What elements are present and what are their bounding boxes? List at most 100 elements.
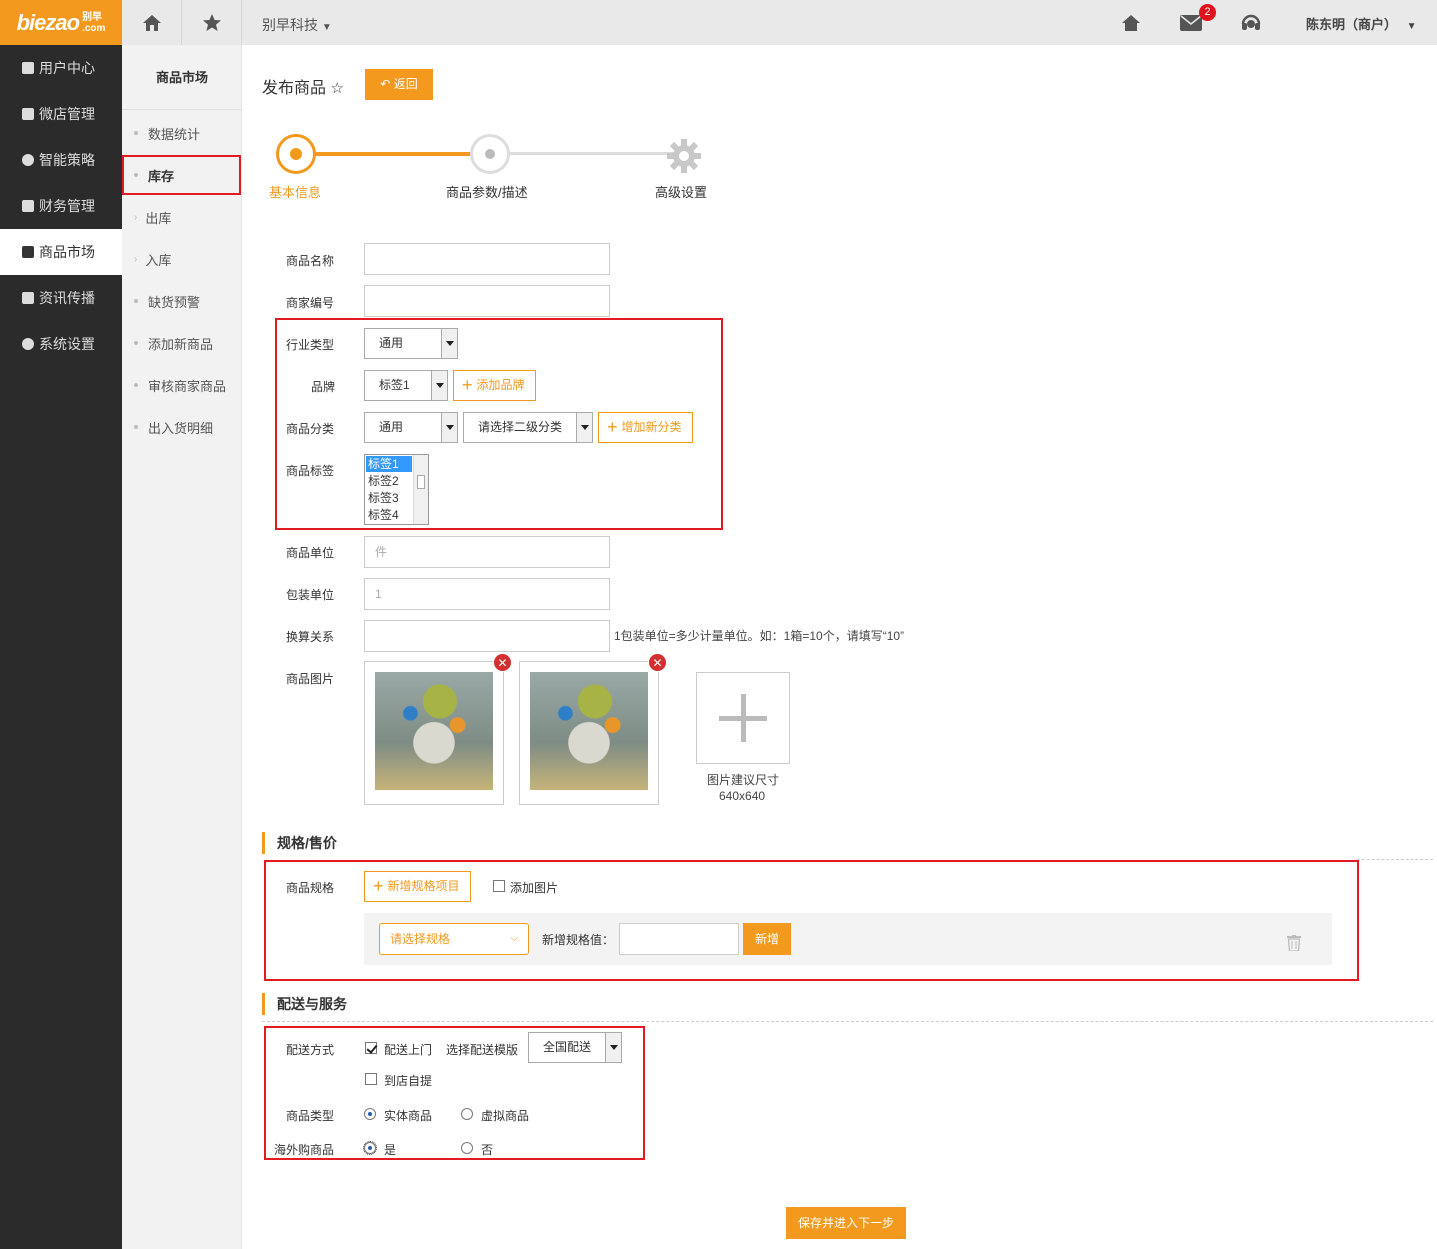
step-1-label: 基本信息 — [269, 185, 322, 200]
tags-scrollbar[interactable] — [413, 455, 428, 524]
home-button[interactable] — [1118, 10, 1144, 36]
brand-select[interactable]: 标签1 — [364, 370, 448, 401]
back-button[interactable]: ↶ 返回 — [365, 69, 433, 100]
industry-value: 通用 — [379, 336, 404, 350]
overseas-yes-radio[interactable] — [363, 1141, 377, 1155]
chevron-down-icon: ⌵ — [510, 933, 518, 944]
overseas-no-label: 否 — [481, 1143, 494, 1157]
subcategory-select[interactable]: 请选择二级分类 — [463, 412, 593, 443]
delivery-section-title: 配送与服务 — [262, 993, 347, 1015]
mail-icon — [1180, 15, 1202, 31]
physical-label: 实体商品 — [384, 1109, 433, 1123]
sidebar-item-settings[interactable]: 系统设置 — [0, 321, 122, 367]
company-name: 别早科技 — [262, 17, 318, 33]
virtual-radio[interactable] — [461, 1108, 473, 1120]
user-menu[interactable]: 陈东明（商户） ▼ — [1306, 14, 1417, 33]
page-title: 发布商品 ☆ — [262, 74, 344, 98]
section-divider — [262, 1021, 1433, 1022]
industry-label: 行业类型 — [286, 338, 335, 352]
merchant-code-input[interactable] — [364, 285, 610, 317]
brand-value: 标签1 — [379, 378, 410, 392]
subnav-item-label: 数据统计 — [148, 126, 201, 142]
add-image-checkbox[interactable] — [493, 880, 505, 892]
product-image-1[interactable]: ✕ — [364, 653, 512, 805]
add-category-label: 增加新分类 — [621, 420, 682, 434]
sidebar-item-label: 智能策略 — [39, 152, 95, 168]
bullet-icon — [134, 299, 138, 303]
sidebar-item-shop[interactable]: 微店管理 — [0, 91, 122, 137]
category-select[interactable]: 通用 — [364, 412, 458, 443]
upload-image-button[interactable] — [696, 672, 790, 764]
subnav-item-label: 审核商家商品 — [148, 378, 227, 394]
subnav-item-details[interactable]: 出入货明细 — [122, 407, 242, 447]
subnav-item-outbound[interactable]: › 出库 — [122, 197, 242, 237]
logo-text: biezao — [16, 9, 80, 35]
industry-select[interactable]: 通用 — [364, 328, 458, 359]
conversion-input[interactable] — [364, 620, 610, 652]
trash-icon[interactable] — [1287, 935, 1301, 954]
tag-option[interactable]: 标签2 — [366, 473, 412, 489]
home-icon — [1122, 15, 1140, 31]
sidebar-item-strategy[interactable]: 智能策略 — [0, 137, 122, 183]
category-label: 商品分类 — [286, 422, 335, 436]
bag-icon — [22, 246, 34, 258]
home-icon — [142, 14, 161, 31]
logo-com: .com — [82, 22, 106, 34]
chevron-right-icon: › — [134, 253, 138, 265]
subnav-item-stats[interactable]: 数据统计 — [122, 113, 242, 153]
headset-icon — [1241, 14, 1261, 30]
unit-input[interactable]: 件 — [364, 536, 610, 568]
spec-label: 商品规格 — [286, 881, 335, 895]
sub-sidebar: 商品市场 数据统计 库存 › 出库 › 入库 缺货预警 添加新商品 审核商家商品 出… — [122, 45, 242, 1249]
product-photo — [375, 672, 493, 790]
back-arrow-icon: ↶ — [380, 77, 394, 91]
convert-label: 换算关系 — [286, 630, 335, 644]
subnav-item-label: 缺货预警 — [148, 294, 201, 310]
sidebar-item-market[interactable]: 商品市场 — [0, 229, 122, 275]
subnav-item-add-product[interactable]: 添加新商品 — [122, 323, 242, 363]
spec-value-input[interactable] — [619, 923, 739, 955]
tags-listbox[interactable]: 标签1 标签2 标签3 标签4 — [364, 454, 429, 525]
remove-image-icon[interactable]: ✕ — [493, 653, 512, 672]
store-pickup-checkbox[interactable] — [365, 1073, 377, 1085]
delivery-template-select[interactable]: 全国配送 — [528, 1032, 622, 1063]
sidebar-item-finance[interactable]: 财务管理 — [0, 183, 122, 229]
add-category-button[interactable]: + 增加新分类 — [598, 412, 693, 443]
support-button[interactable] — [1238, 10, 1264, 36]
subnav-item-inbound[interactable]: › 入库 — [122, 239, 242, 279]
logo[interactable]: biezao 别早 .com — [0, 0, 122, 45]
gear-icon — [667, 139, 701, 173]
add-spec-item-button[interactable]: + 新增规格项目 — [364, 871, 471, 902]
favorites-button[interactable] — [182, 0, 242, 45]
sidebar-item-label: 资讯传播 — [39, 290, 95, 306]
add-brand-button[interactable]: + 添加品牌 — [453, 370, 536, 401]
home-shortcut-button[interactable] — [122, 0, 182, 45]
star-outline-icon[interactable]: ☆ — [330, 80, 343, 97]
code-label: 商家编号 — [286, 296, 335, 310]
sidebar-item-user-center[interactable]: 用户中心 — [0, 45, 122, 91]
product-name-input[interactable] — [364, 243, 610, 275]
company-dropdown[interactable]: 别早科技 ▼ — [262, 15, 332, 35]
sidebar-item-news[interactable]: 资讯传播 — [0, 275, 122, 321]
subnav-item-stock-alert[interactable]: 缺货预警 — [122, 281, 242, 321]
pack-unit-input[interactable]: 1 — [364, 578, 610, 610]
door-delivery-checkbox[interactable] — [365, 1042, 377, 1054]
save-next-button[interactable]: 保存并进入下一步 — [786, 1207, 906, 1239]
remove-image-icon[interactable]: ✕ — [648, 653, 667, 672]
spec-select[interactable]: 请选择规格 ⌵ — [379, 923, 529, 955]
tag-option[interactable]: 标签3 — [366, 490, 412, 506]
add-image-label: 添加图片 — [510, 881, 559, 895]
physical-radio[interactable] — [364, 1108, 376, 1120]
dropdown-arrow-icon — [441, 413, 457, 442]
overseas-no-radio[interactable] — [461, 1142, 473, 1154]
overseas-label: 海外购商品 — [274, 1143, 335, 1157]
subnav-item-review[interactable]: 审核商家商品 — [122, 365, 242, 405]
product-image-2[interactable]: ✕ — [519, 653, 667, 805]
grid-icon — [22, 292, 34, 304]
subnav-item-label: 出入货明细 — [148, 420, 214, 436]
tag-option[interactable]: 标签4 — [366, 507, 412, 523]
pack-placeholder: 1 — [375, 587, 382, 601]
add-spec-value-button[interactable]: 新增 — [743, 923, 791, 955]
tag-option[interactable]: 标签1 — [366, 456, 412, 472]
tags-label: 商品标签 — [286, 464, 335, 478]
